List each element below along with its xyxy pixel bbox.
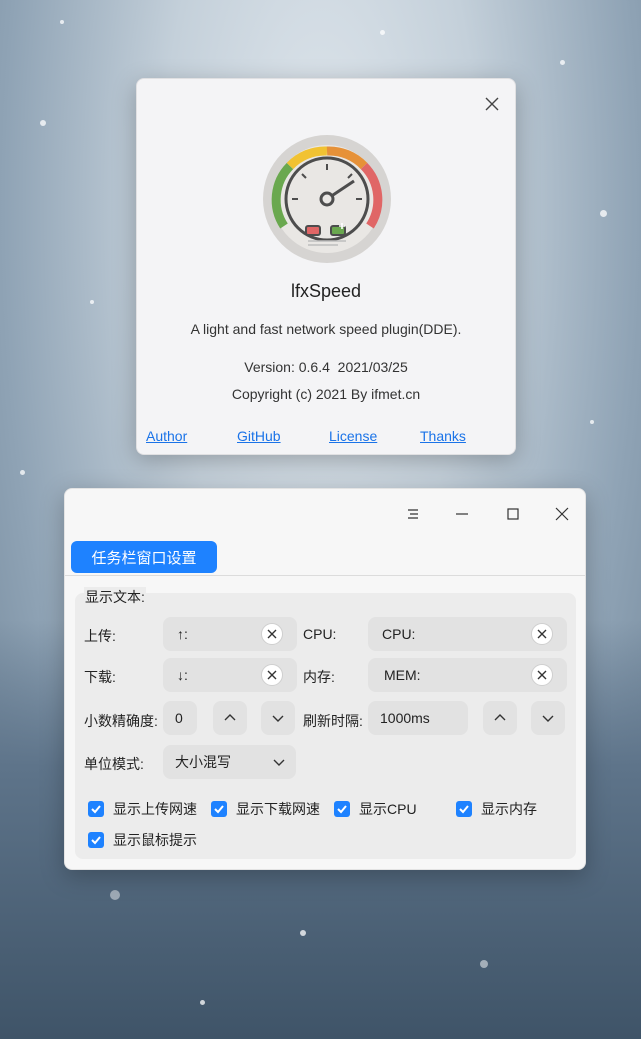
upload-clear-button[interactable] (261, 623, 283, 645)
download-label: 下载: (84, 669, 116, 685)
author-link[interactable]: Author (146, 428, 187, 444)
refresh-interval-input[interactable]: 1000ms (368, 701, 468, 735)
tab-divider (65, 575, 585, 576)
about-close-button[interactable] (481, 93, 503, 115)
minimize-button[interactable] (451, 503, 473, 525)
window-close-button[interactable] (551, 503, 573, 525)
show-upload-label: 显示上传网速 (113, 801, 197, 817)
settings-window: 任务栏窗口设置 显示文本: 上传: ↑: CPU: CPU: 下载: ↓: 内存… (64, 488, 586, 870)
copyright-text: Copyright (c) 2021 By ifmet.cn (231, 386, 421, 402)
cpu-text-value: CPU: (382, 626, 416, 642)
upload-text-field[interactable]: ↑: (163, 617, 297, 651)
download-text-field[interactable]: ↓: (163, 658, 297, 692)
precision-decrease-button[interactable] (261, 701, 295, 735)
checkbox-checked-icon (456, 801, 472, 817)
show-download-label: 显示下载网速 (236, 801, 320, 817)
license-link[interactable]: License (329, 428, 377, 444)
checkbox-checked-icon (211, 801, 227, 817)
mem-clear-button[interactable] (531, 664, 553, 686)
clear-icon (267, 670, 277, 680)
clear-icon (537, 670, 547, 680)
app-description: A light and fast network speed plugin(DD… (190, 321, 462, 337)
show-mem-label: 显示内存 (481, 801, 537, 817)
refresh-label: 刷新时隔: (303, 713, 363, 729)
minimize-icon (456, 513, 468, 515)
show-cpu-label: 显示CPU (359, 801, 417, 817)
upload-text-value: ↑: (177, 626, 188, 642)
chevron-up-icon (224, 714, 236, 721)
mem-text-field[interactable]: MEM: (368, 658, 567, 692)
precision-label: 小数精确度: (84, 713, 158, 729)
app-name: lfxSpeed (290, 281, 362, 301)
thanks-link[interactable]: Thanks (420, 428, 466, 444)
download-clear-button[interactable] (261, 664, 283, 686)
close-icon (555, 507, 569, 521)
chevron-up-icon (494, 714, 506, 721)
mem-text-value: MEM: (384, 667, 421, 683)
checkbox-checked-icon (334, 801, 350, 817)
mem-label: 内存: (303, 669, 335, 685)
upload-label: 上传: (84, 628, 116, 644)
cpu-clear-button[interactable] (531, 623, 553, 645)
chevron-down-icon (273, 759, 285, 766)
close-icon (485, 97, 499, 111)
version-text: Version: 0.6.4 2021/03/25 (244, 359, 408, 375)
maximize-button[interactable] (502, 503, 524, 525)
show-upload-checkbox[interactable]: 显示上传网速 (88, 799, 197, 819)
unit-mode-label: 单位模式: (84, 756, 144, 772)
refresh-increase-button[interactable] (483, 701, 517, 735)
chevron-down-icon (542, 715, 554, 722)
chevron-down-icon (272, 715, 284, 722)
checkbox-checked-icon (88, 832, 104, 848)
unit-mode-select[interactable]: 大小混写 (163, 745, 296, 779)
menu-button[interactable] (402, 503, 424, 525)
maximize-icon (507, 508, 519, 520)
github-link[interactable]: GitHub (237, 428, 281, 444)
group-label: 显示文本: (84, 587, 146, 607)
precision-increase-button[interactable] (213, 701, 247, 735)
refresh-decrease-button[interactable] (531, 701, 565, 735)
cpu-text-field[interactable]: CPU: (368, 617, 567, 651)
show-cpu-checkbox[interactable]: 显示CPU (334, 799, 417, 819)
menu-icon (408, 509, 418, 519)
tab-taskbar-settings[interactable]: 任务栏窗口设置 (71, 541, 217, 573)
checkbox-checked-icon (88, 801, 104, 817)
cpu-label: CPU: (303, 626, 337, 642)
clear-icon (267, 629, 277, 639)
download-text-value: ↓: (177, 667, 188, 683)
show-mem-checkbox[interactable]: 显示内存 (456, 799, 537, 819)
precision-input[interactable]: 0 (163, 701, 197, 735)
show-tooltip-checkbox[interactable]: 显示鼠标提示 (88, 830, 197, 850)
about-dialog: lfxSpeed A light and fast network speed … (136, 78, 516, 455)
show-download-checkbox[interactable]: 显示下载网速 (211, 799, 320, 819)
show-tooltip-label: 显示鼠标提示 (113, 832, 197, 848)
clear-icon (537, 629, 547, 639)
speedometer-logo-icon (262, 134, 392, 264)
unit-mode-value: 大小混写 (175, 754, 231, 770)
